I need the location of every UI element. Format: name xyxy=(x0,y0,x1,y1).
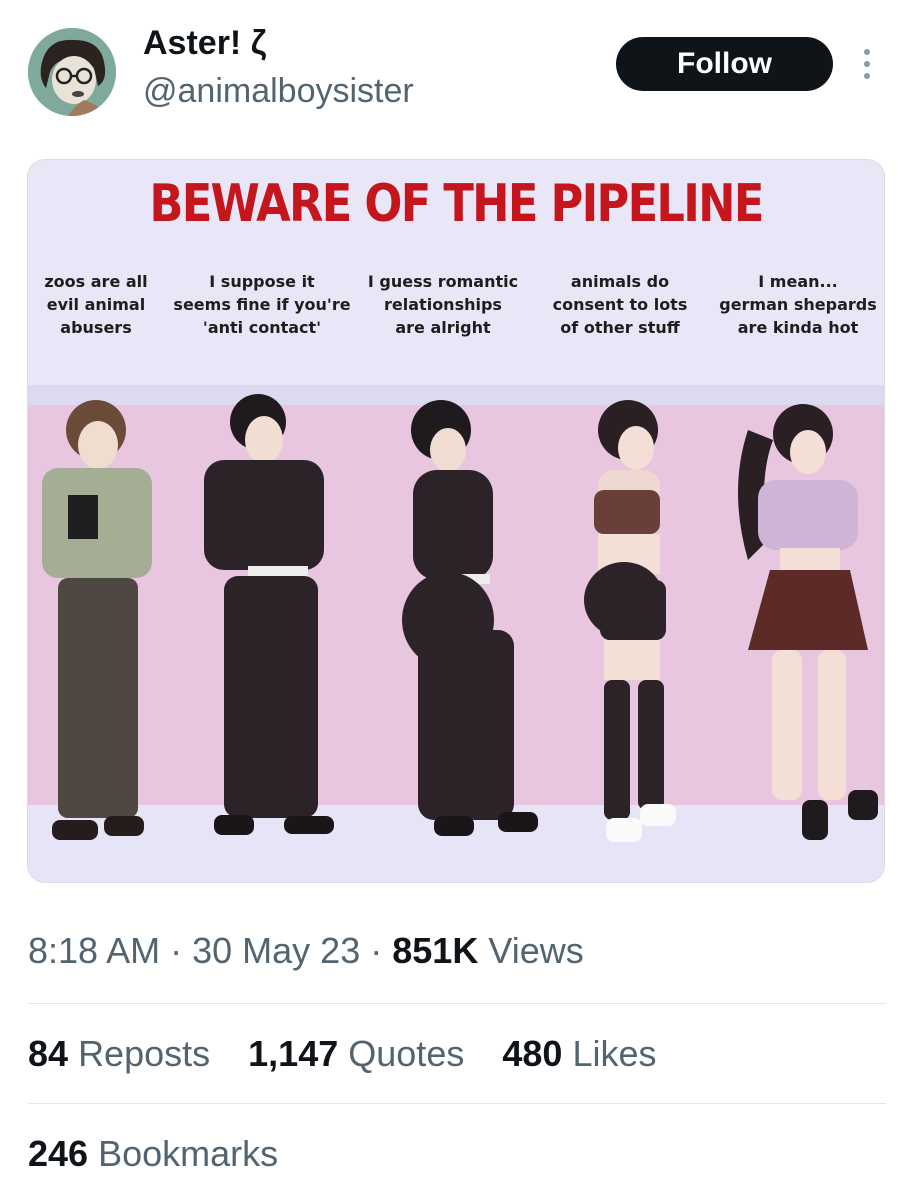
bookmarks-count: 246 xyxy=(28,1133,89,1174)
meme-caption-4: animals do consent to lots of other stuf… xyxy=(552,272,688,337)
more-vertical-icon[interactable] xyxy=(856,44,878,84)
likes-stat[interactable]: 480 Likes xyxy=(502,1033,656,1074)
meme-caption-5: I mean... german shepards are kinda hot xyxy=(719,272,877,337)
likes-count: 480 xyxy=(502,1033,563,1074)
reposts-label: Reposts xyxy=(78,1033,211,1074)
bookmarks-stat[interactable]: 246 Bookmarks xyxy=(28,1133,278,1175)
meme-illustration xyxy=(28,160,884,882)
quotes-stat[interactable]: 1,147 Quotes xyxy=(248,1033,464,1074)
meme-caption-3: I guess romantic relationships are alrig… xyxy=(367,272,519,337)
tweet-media-image[interactable]: BEWARE OF THE PIPELINE zoos are all evil… xyxy=(27,159,885,883)
likes-label: Likes xyxy=(572,1033,657,1074)
display-name[interactable]: Aster! ζ xyxy=(143,24,266,63)
meme-caption-2: I suppose it seems fine if you're 'anti … xyxy=(173,272,351,337)
divider xyxy=(28,1003,886,1004)
tweet-meta: 8:18 AM · 30 May 23 · 851K Views xyxy=(28,930,584,972)
follow-button[interactable]: Follow xyxy=(616,37,833,91)
quotes-label: Quotes xyxy=(348,1033,465,1074)
meta-separator: · xyxy=(170,930,183,971)
avatar[interactable] xyxy=(28,28,116,116)
bookmarks-label: Bookmarks xyxy=(98,1133,279,1174)
meme-title: BEWARE OF THE PIPELINE xyxy=(149,174,764,234)
meta-separator: · xyxy=(370,930,383,971)
quotes-count: 1,147 xyxy=(248,1033,339,1074)
tweet-time[interactable]: 8:18 AM xyxy=(28,930,160,971)
tweet-date[interactable]: 30 May 23 xyxy=(192,930,360,971)
meme-caption-1: zoos are all evil animal abusers xyxy=(44,272,148,337)
user-handle[interactable]: @animalboysister xyxy=(143,72,414,111)
reposts-stat[interactable]: 84 Reposts xyxy=(28,1033,210,1074)
reposts-count: 84 xyxy=(28,1033,69,1074)
views-count: 851K xyxy=(392,930,479,971)
divider xyxy=(28,1103,886,1104)
avatar-image xyxy=(28,28,116,116)
views-label: Views xyxy=(488,930,584,971)
engagement-stats: 84 Reposts 1,147 Quotes 480 Likes xyxy=(28,1033,685,1075)
